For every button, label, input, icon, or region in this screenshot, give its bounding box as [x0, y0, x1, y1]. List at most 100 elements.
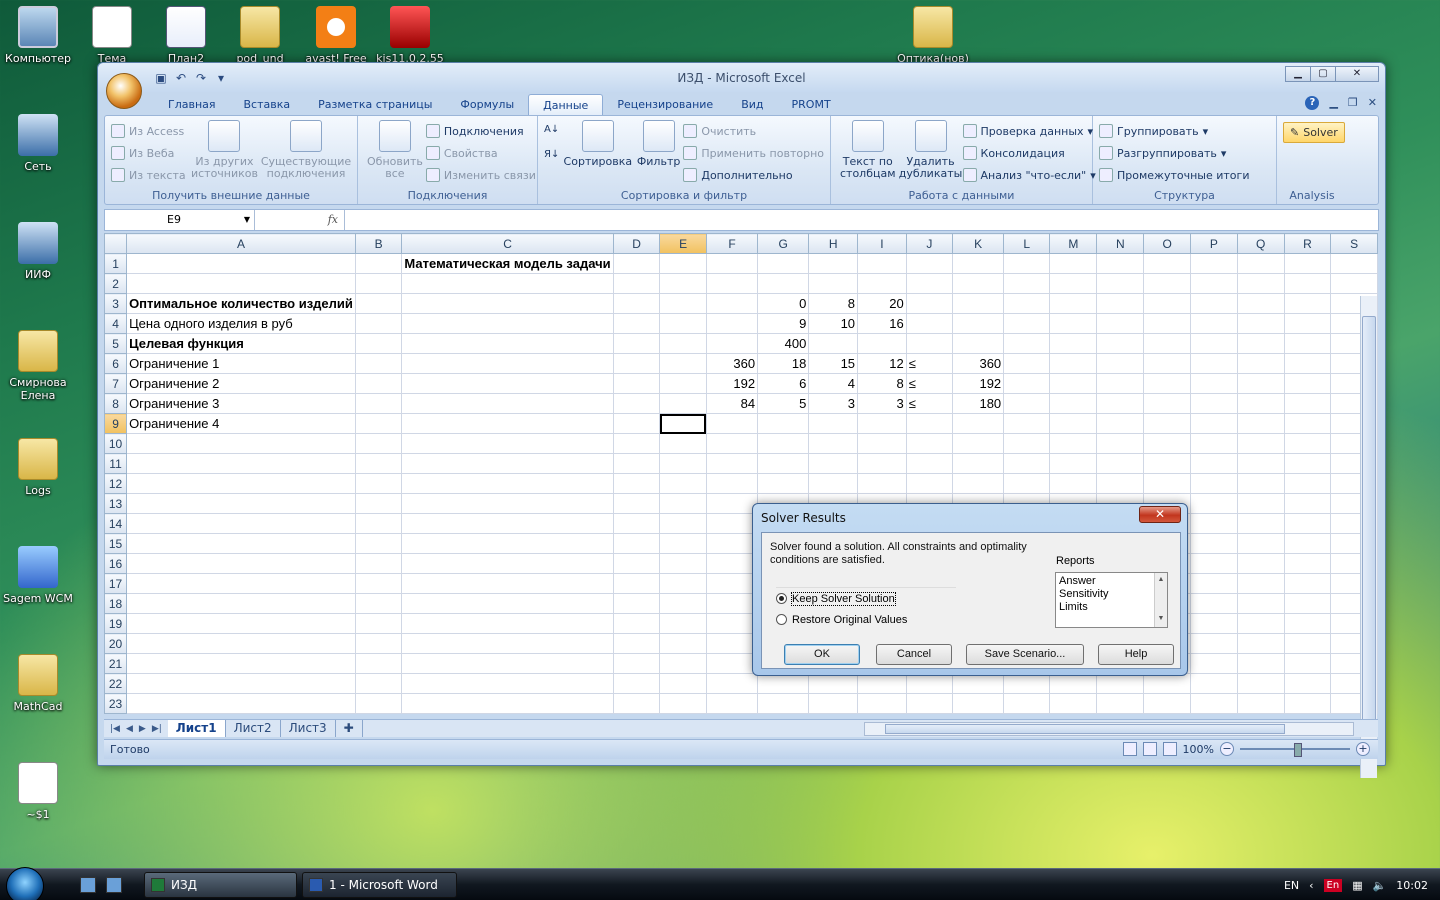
cell-K1[interactable] [951, 253, 1005, 274]
cell-C17[interactable] [401, 573, 614, 594]
ungroup-button[interactable]: Разгруппировать ▾ [1099, 142, 1270, 164]
cell-E23[interactable] [659, 693, 707, 714]
cell-I2[interactable] [857, 273, 907, 294]
cell-P10[interactable] [1190, 433, 1238, 454]
subtotal-button[interactable]: Промежуточные итоги [1099, 164, 1270, 186]
desktop-icon-kis[interactable]: kis11.0.2.55 [372, 6, 448, 62]
cell-C19[interactable] [401, 613, 614, 634]
cell-F13[interactable] [705, 493, 759, 514]
cell-C15[interactable] [401, 533, 614, 554]
row-header[interactable]: 8 [103, 393, 128, 414]
cell-F5[interactable] [705, 333, 759, 354]
cell-R5[interactable] [1283, 333, 1332, 354]
cell-K4[interactable] [951, 313, 1005, 334]
edit-links-button[interactable]: Изменить связи [425, 164, 536, 186]
cell-H10[interactable] [808, 433, 859, 454]
select-all-corner[interactable] [103, 233, 128, 254]
cell-F10[interactable] [705, 433, 759, 454]
cell-A12[interactable] [126, 473, 356, 494]
next-sheet-icon[interactable]: ▶ [139, 724, 146, 734]
cell-G10[interactable] [757, 433, 810, 454]
cell-A9[interactable]: Ограничение 4 [126, 413, 356, 434]
cell-M5[interactable] [1049, 333, 1098, 354]
cell-P1[interactable] [1190, 253, 1238, 274]
cell-D9[interactable] [612, 413, 661, 434]
cell-E21[interactable] [659, 653, 707, 674]
cell-E19[interactable] [659, 613, 707, 634]
cell-R22[interactable] [1283, 673, 1332, 694]
cell-Q1[interactable] [1236, 253, 1285, 274]
column-header[interactable]: O [1143, 233, 1192, 254]
cell-H11[interactable] [808, 453, 859, 474]
cell-D16[interactable] [612, 553, 661, 574]
cell-D23[interactable] [612, 693, 661, 714]
cell-R18[interactable] [1283, 593, 1332, 614]
desktop-icon-iif[interactable]: ИИФ [0, 222, 76, 281]
cell-F20[interactable] [705, 633, 759, 654]
cell-I11[interactable] [857, 453, 907, 474]
cell-R17[interactable] [1283, 573, 1332, 594]
cell-D18[interactable] [612, 593, 661, 614]
cell-G4[interactable]: 9 [757, 313, 810, 334]
cell-Q15[interactable] [1236, 533, 1285, 554]
cell-A13[interactable] [126, 493, 356, 514]
group-button[interactable]: Группировать ▾ [1099, 120, 1270, 142]
cell-O4[interactable] [1143, 313, 1192, 334]
cell-A21[interactable] [126, 653, 356, 674]
cell-C21[interactable] [401, 653, 614, 674]
cell-N2[interactable] [1096, 273, 1145, 294]
cell-C23[interactable] [401, 693, 614, 714]
cell-J9[interactable] [905, 413, 953, 434]
cell-O8[interactable] [1143, 393, 1192, 414]
zoom-level[interactable]: 100% [1183, 743, 1214, 756]
dialog-close-button[interactable]: ✕ [1139, 506, 1181, 523]
cell-N7[interactable] [1096, 373, 1145, 394]
cell-R9[interactable] [1283, 413, 1332, 434]
reports-scrollbar[interactable]: ▲ ▼ [1154, 573, 1167, 627]
cell-A19[interactable] [126, 613, 356, 634]
cell-F23[interactable] [705, 693, 759, 714]
cell-G11[interactable] [757, 453, 810, 474]
consolidate-button[interactable]: Консолидация [962, 142, 1096, 164]
cell-L12[interactable] [1003, 473, 1051, 494]
minimize-ribbon-icon[interactable]: ▁ [1329, 96, 1337, 110]
cell-Q21[interactable] [1236, 653, 1285, 674]
desktop-icon-sagem[interactable]: Sagem WCM [0, 546, 76, 605]
row-header[interactable]: 11 [103, 453, 128, 474]
cell-F3[interactable] [705, 293, 759, 314]
cell-G2[interactable] [757, 273, 810, 294]
help-button[interactable]: Help [1098, 644, 1174, 665]
cell-M2[interactable] [1049, 273, 1098, 294]
cell-A16[interactable] [126, 553, 356, 574]
ok-button[interactable]: OK [784, 644, 860, 665]
cell-L2[interactable] [1003, 273, 1051, 294]
cell-A6[interactable]: Ограничение 1 [126, 353, 356, 374]
cell-A3[interactable]: Оптимальное количество изделий [126, 293, 356, 314]
cell-P18[interactable] [1190, 593, 1238, 614]
cell-J4[interactable] [905, 313, 953, 334]
cancel-button[interactable]: Cancel [876, 644, 952, 665]
cell-Q23[interactable] [1236, 693, 1285, 714]
cell-A14[interactable] [126, 513, 356, 534]
switch-windows-icon[interactable] [106, 877, 122, 893]
desktop-icon-optika[interactable]: Оптика(нов) [895, 6, 971, 62]
row-header[interactable]: 14 [103, 513, 128, 534]
cell-D6[interactable] [612, 353, 661, 374]
insert-function-icon[interactable]: fx [328, 213, 338, 226]
cell-B10[interactable] [354, 433, 403, 454]
row-header[interactable]: 13 [103, 493, 128, 514]
cell-Q11[interactable] [1236, 453, 1285, 474]
cell-D12[interactable] [612, 473, 661, 494]
cell-E22[interactable] [659, 673, 707, 694]
cell-I1[interactable] [857, 253, 907, 274]
column-header[interactable]: R [1283, 233, 1332, 254]
cell-A15[interactable] [126, 533, 356, 554]
cell-R6[interactable] [1283, 353, 1332, 374]
desktop-icon-avast[interactable]: avast! Free [298, 6, 374, 62]
cell-P22[interactable] [1190, 673, 1238, 694]
row-header[interactable]: 6 [103, 353, 128, 374]
cell-N10[interactable] [1096, 433, 1145, 454]
cell-P17[interactable] [1190, 573, 1238, 594]
cell-G8[interactable]: 5 [757, 393, 810, 414]
volume-icon[interactable]: 🔈 [1373, 879, 1387, 892]
